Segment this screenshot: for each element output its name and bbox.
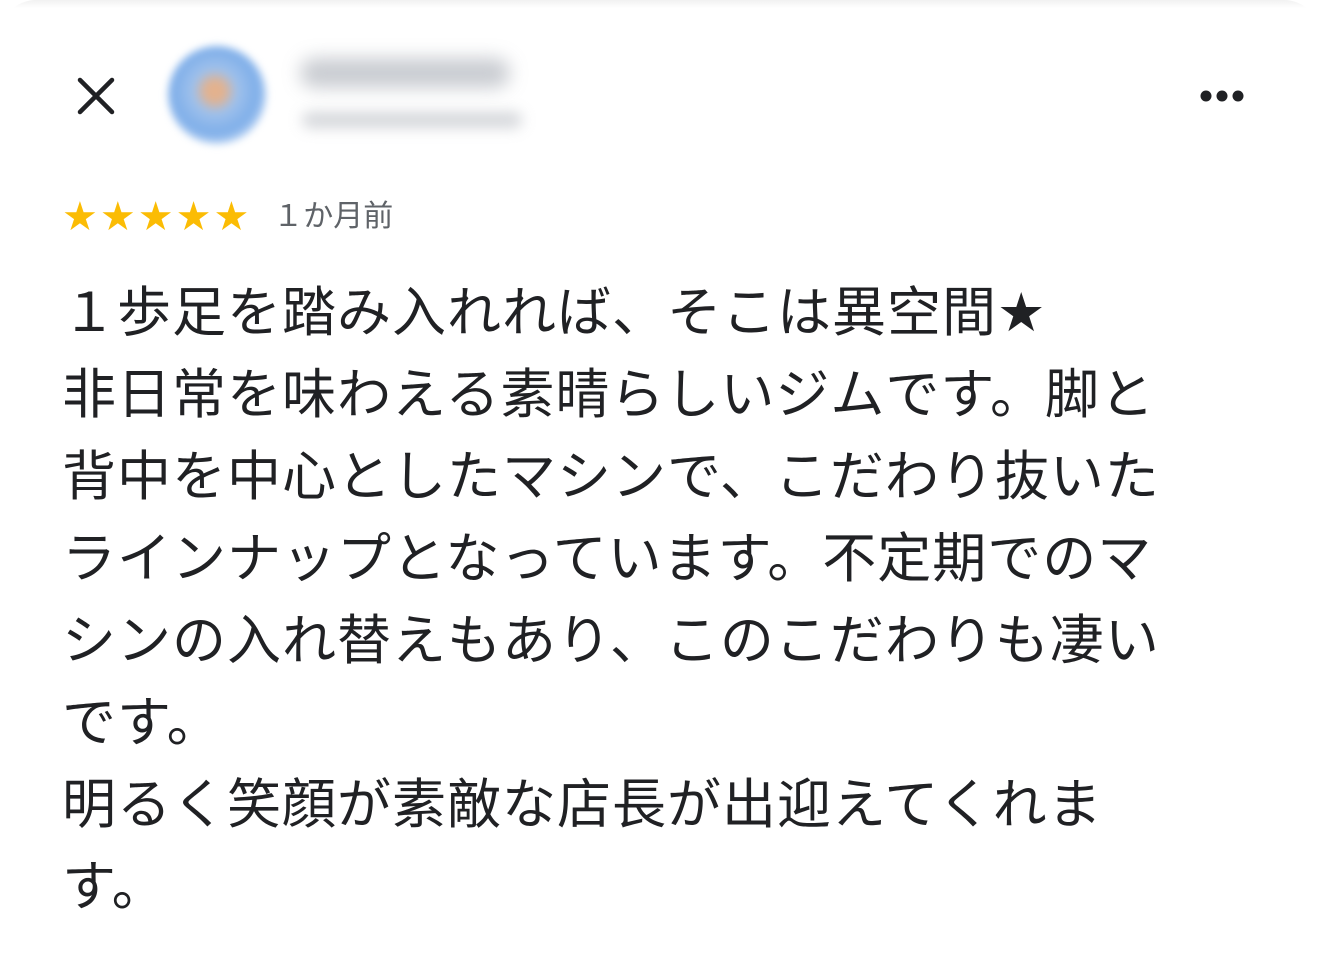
avatar[interactable] (168, 46, 266, 144)
more-options-button[interactable] (1190, 74, 1254, 118)
more-horizontal-icon (1200, 90, 1244, 102)
review-text-line: 背中を中心としたマシンで、こだわり抜いた (62, 445, 1160, 508)
review-text-line: １歩足を踏み入れれば、そこは異空間★ (62, 281, 1047, 344)
rating-row: ★ ★ ★ ★ ★ １か月前 (62, 195, 393, 239)
star-icon: ★ (175, 194, 212, 240)
review-text-line: 非日常を味わえる素晴らしいジムです。脚と (62, 363, 1155, 426)
review-text-line: す。 (62, 855, 167, 918)
review-detail-sheet: ★ ★ ★ ★ ★ １か月前 １歩足を踏み入れれば、そこは異空間★ 非日常を味わえる素晴ら… (0, 0, 1320, 953)
reviewer-name[interactable] (300, 58, 510, 88)
star-icon: ★ (137, 194, 174, 240)
star-icon: ★ (213, 194, 250, 240)
review-time: １か月前 (273, 199, 394, 234)
reviewer-meta (302, 112, 522, 128)
review-text: １歩足を踏み入れれば、そこは異空間★ 非日常を味わえる素晴らしいジムです。脚と 背中… (62, 272, 1262, 928)
sheet-top-edge (0, 0, 1320, 8)
review-text-line: シンの入れ替えもあり、このこだわりも凄い (62, 609, 1160, 672)
star-icon: ★ (62, 194, 98, 240)
close-button[interactable] (66, 66, 126, 126)
review-text-line: です。 (62, 691, 222, 754)
review-text-line: ラインナップとなっています。不定期でのマ (62, 527, 1153, 590)
star-rating: ★ ★ ★ ★ ★ (62, 195, 249, 239)
close-icon (77, 77, 115, 115)
star-icon: ★ (99, 194, 136, 240)
review-text-line: 明るく笑顔が素敵な店長が出迎えてくれま (62, 773, 1103, 836)
